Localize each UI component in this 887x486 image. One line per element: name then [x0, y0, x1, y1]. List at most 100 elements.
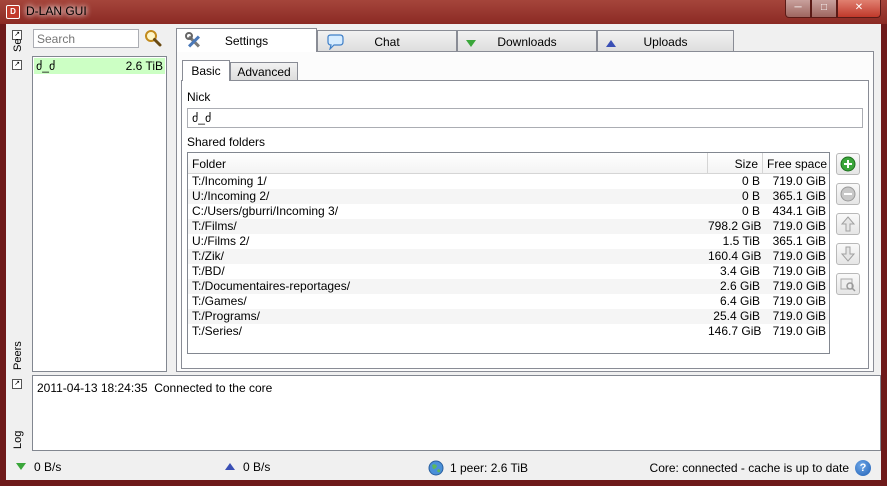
up-arrow-icon	[225, 463, 235, 470]
folder-free-space: 719.0 GiB	[772, 294, 826, 308]
tab-uploads[interactable]: Uploads	[597, 30, 734, 53]
table-row[interactable]: T:/Series/146.7 GiB 719.0 GiB	[188, 324, 829, 339]
folder-path: T:/Incoming 1/	[192, 174, 267, 188]
status-bar: 0 B/s 0 B/s 1 peer: 2.6 TiB Core: connec…	[6, 456, 881, 480]
folder-search-icon	[840, 278, 856, 292]
upload-rate: 0 B/s	[225, 460, 270, 474]
settings-subtabbar: Basic Advanced	[182, 60, 298, 81]
maximize-button[interactable]: □	[811, 0, 837, 18]
peers-dock-tab[interactable]: ↗ Peers	[8, 56, 28, 372]
move-down-button[interactable]	[836, 243, 860, 265]
app-icon[interactable]: D	[6, 5, 20, 19]
browse-folder-button[interactable]	[836, 273, 860, 295]
tab-label: Uploads	[643, 35, 688, 49]
move-up-button[interactable]	[836, 213, 860, 235]
settings-panel: Basic Advanced Nick ძ_ძ Shared folders F…	[176, 51, 874, 372]
core-status-text: Core: connected - cache is up to date	[649, 461, 849, 475]
folder-path: T:/BD/	[192, 264, 225, 278]
folder-free-space: 719.0 GiB	[772, 249, 826, 263]
down-arrow-icon	[16, 463, 26, 470]
up-arrow-icon	[606, 37, 616, 51]
add-folder-button[interactable]	[836, 153, 860, 175]
table-row[interactable]: U:/Films 2/1.5 TiB 365.1 GiB	[188, 234, 829, 249]
folder-free-space: 719.0 GiB	[772, 309, 826, 323]
plus-icon	[840, 156, 856, 172]
search-dock-tab[interactable]: ↗ Search	[8, 26, 28, 54]
table-row[interactable]: T:/Games/6.4 GiB 719.0 GiB	[188, 294, 829, 309]
folder-action-buttons	[836, 153, 862, 303]
download-rate-value: 0 B/s	[34, 460, 62, 474]
core-status: Core: connected - cache is up to date ?	[650, 460, 871, 476]
tab-downloads[interactable]: Downloads	[457, 30, 597, 53]
help-icon[interactable]: ?	[855, 460, 871, 476]
table-row[interactable]: C:/Users/gburri/Incoming 3/0 B 434.1 GiB	[188, 204, 829, 219]
nick-input[interactable]: ძ_ძ	[187, 108, 863, 128]
folder-path: C:/Users/gburri/Incoming 3/	[192, 204, 339, 218]
table-row[interactable]: T:/Films/798.2 GiB 719.0 GiB	[188, 219, 829, 234]
window-title: D-LAN GUI	[26, 4, 87, 18]
folder-free-space: 719.0 GiB	[772, 174, 826, 188]
folder-path: T:/Programs/	[192, 309, 261, 323]
column-header-size[interactable]: Size	[708, 153, 763, 173]
table-row[interactable]: T:/Zik/160.4 GiB 719.0 GiB	[188, 249, 829, 264]
folder-size: 2.6 GiB	[719, 279, 760, 293]
tab-label: Chat	[374, 35, 400, 49]
tools-icon	[185, 32, 203, 53]
folder-size: 1.5 TiB	[722, 234, 760, 248]
tab-settings[interactable]: Settings	[176, 28, 317, 52]
dock-float-icon[interactable]: ↗	[12, 60, 22, 70]
peers-summary-text: 1 peer: 2.6 TiB	[450, 461, 529, 475]
minimize-button[interactable]: ─	[785, 0, 811, 18]
folder-path: T:/Games/	[192, 294, 247, 308]
folder-path: U:/Films 2/	[192, 234, 250, 248]
peers-dock-label: Peers	[12, 341, 24, 370]
folder-free-space: 719.0 GiB	[772, 264, 826, 278]
dock-float-icon[interactable]: ↗	[12, 379, 22, 389]
log-dock-tab[interactable]: ↗ Log	[8, 375, 28, 451]
peer-name: ძ_ძ	[36, 59, 56, 73]
folder-free-space: 719.0 GiB	[772, 219, 826, 233]
subtab-basic[interactable]: Basic	[182, 60, 230, 81]
column-header-folder[interactable]: Folder	[188, 153, 708, 173]
shared-folders-label: Shared folders	[187, 135, 266, 149]
peers-list[interactable]: ძ_ძ 2.6 TiB	[32, 56, 167, 372]
tab-label: Downloads	[497, 35, 557, 49]
folder-size: 160.4 GiB	[708, 249, 762, 263]
folder-size: 25.4 GiB	[713, 309, 760, 323]
log-panel[interactable]: 2011-04-13 18:24:35 Connected to the cor…	[32, 375, 881, 451]
close-button[interactable]: ✕	[837, 0, 881, 18]
folder-path: T:/Documentaires-reportages/	[192, 279, 351, 293]
peer-item[interactable]: ძ_ძ 2.6 TiB	[34, 58, 165, 74]
folder-size: 6.4 GiB	[719, 294, 760, 308]
table-row[interactable]: U:/Incoming 2/0 B 365.1 GiB	[188, 189, 829, 204]
main-window: ↗ Search ↗ Peers ↗ Log ძ_ძ 2.6 TiB Setti…	[6, 24, 881, 480]
peer-size: 2.6 TiB	[125, 59, 163, 73]
arrow-down-icon	[841, 246, 855, 262]
search-input[interactable]	[33, 29, 139, 48]
table-row[interactable]: T:/Incoming 1/0 B 719.0 GiB	[188, 174, 829, 189]
folder-free-space: 434.1 GiB	[772, 204, 826, 218]
main-tabbar: Settings Chat Downloads Uploads	[176, 28, 734, 53]
subtab-advanced[interactable]: Advanced	[230, 62, 298, 81]
column-header-free-space[interactable]: Free space	[763, 153, 829, 173]
title-bar[interactable]: D D-LAN GUI ─ □ ✕	[0, 0, 887, 24]
table-row[interactable]: T:/Documentaires-reportages/2.6 GiB 719.0…	[188, 279, 829, 294]
tab-chat[interactable]: Chat	[317, 30, 457, 53]
table-header: Folder Size Free space	[188, 153, 829, 174]
log-timestamp: 2011-04-13 18:24:35	[37, 381, 148, 395]
table-row[interactable]: T:/Programs/25.4 GiB 719.0 GiB	[188, 309, 829, 324]
remove-folder-button[interactable]	[836, 183, 860, 205]
upload-rate-value: 0 B/s	[243, 460, 271, 474]
download-rate: 0 B/s	[16, 460, 61, 474]
folder-path: U:/Incoming 2/	[192, 189, 270, 203]
folder-size: 3.4 GiB	[719, 264, 760, 278]
folder-free-space: 719.0 GiB	[772, 324, 826, 338]
globe-icon	[428, 460, 444, 476]
arrow-up-icon	[841, 216, 855, 232]
shared-folders-table[interactable]: Folder Size Free space T:/Incoming 1/0 B…	[187, 152, 830, 354]
folder-free-space: 719.0 GiB	[772, 279, 826, 293]
table-row[interactable]: T:/BD/3.4 GiB 719.0 GiB	[188, 264, 829, 279]
search-icon[interactable]	[144, 29, 162, 47]
folder-size: 0 B	[741, 189, 760, 203]
log-dock-label: Log	[12, 430, 24, 449]
